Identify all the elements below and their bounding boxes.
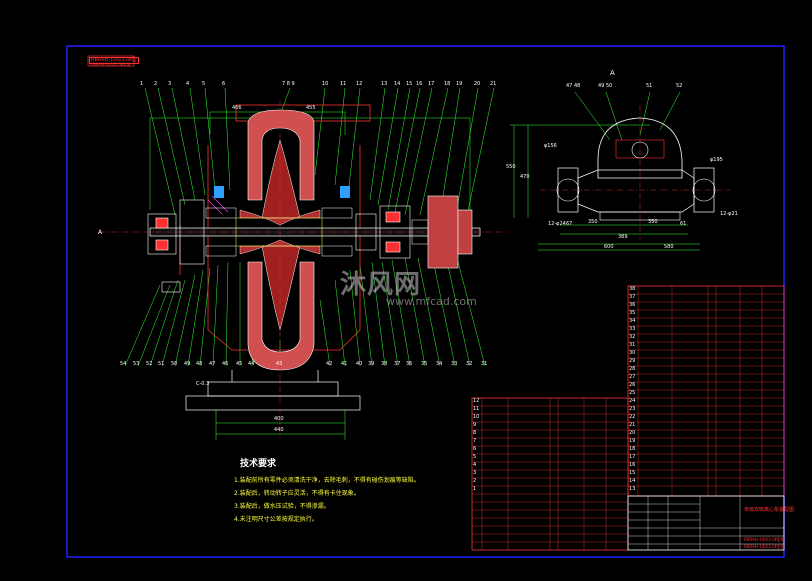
tech-note-2: 2.装配后，转动转子应灵活，不得有卡住现象。 bbox=[234, 490, 360, 497]
dim-350b: 350 bbox=[648, 219, 658, 225]
bearing-left bbox=[147, 199, 205, 293]
callout-b-46: 46 bbox=[222, 361, 229, 367]
dim-67: 67 bbox=[566, 221, 573, 227]
dim-455: 455 bbox=[306, 105, 316, 111]
dim-550: 550 bbox=[506, 164, 516, 170]
dim-bolt-right: 12-φ21 bbox=[720, 211, 738, 217]
side-callout-51: 51 bbox=[646, 83, 653, 89]
tech-note-1: 1.装配前所有零件必须清洗干净，去除毛刺，不得有碰伤划痕等缺陷。 bbox=[234, 477, 420, 484]
callout-b-32: 32 bbox=[466, 361, 473, 367]
dim-466: 466 bbox=[232, 105, 242, 111]
callout-b-35: 35 bbox=[421, 361, 428, 367]
callout-b-40: 40 bbox=[356, 361, 363, 367]
callout-4: 4 bbox=[186, 81, 190, 87]
callout-16: 16 bbox=[416, 81, 423, 87]
dim-389: 389 bbox=[618, 234, 628, 240]
callout-2: 2 bbox=[154, 81, 158, 87]
pump-section-view bbox=[100, 87, 505, 440]
callout-b-50: 50 bbox=[171, 361, 178, 367]
callout-20: 20 bbox=[474, 81, 481, 87]
dim-bolt-left: 12-φ24 bbox=[548, 221, 566, 227]
callout-13: 13 bbox=[381, 81, 388, 87]
callout-18: 18 bbox=[444, 81, 451, 87]
callout-12: 12 bbox=[356, 81, 363, 87]
arrow-a-label: A bbox=[98, 229, 103, 236]
callout-b-44: 44 bbox=[248, 361, 255, 367]
dim-470: 470 bbox=[520, 174, 530, 180]
bom-table-right bbox=[627, 285, 785, 497]
callout-15: 15 bbox=[406, 81, 413, 87]
callout-21: 21 bbox=[490, 81, 497, 87]
callout-b-31: 31 bbox=[481, 361, 488, 367]
bom-left-no: 1 bbox=[473, 486, 477, 492]
callout-6: 6 bbox=[222, 81, 226, 87]
dim-phi156: φ156 bbox=[544, 143, 557, 149]
callout-b-36: 36 bbox=[406, 361, 413, 367]
dim-580: 580 bbox=[664, 244, 674, 250]
tech-note-4: 4.未注明尺寸公差按规定执行。 bbox=[234, 516, 318, 523]
callout-b-51: 51 bbox=[158, 361, 165, 367]
callout-5: 5 bbox=[202, 81, 206, 87]
side-callout-52: 52 bbox=[676, 83, 683, 89]
bom-table-left bbox=[471, 397, 629, 551]
dim-c: C-0.3 bbox=[196, 381, 210, 387]
dim-phi195: φ195 bbox=[710, 157, 723, 163]
callout-b-48: 48 bbox=[196, 361, 203, 367]
dim-400: 400 bbox=[274, 416, 284, 422]
bom-left-numbers: 12 11 10 9 8 7 6 5 4 3 2 1 bbox=[473, 399, 482, 495]
callout-b-45: 45 bbox=[236, 361, 243, 367]
callout-b-42: 42 bbox=[326, 361, 333, 367]
callout-b-47: 47 bbox=[209, 361, 216, 367]
dim-350a: 350 bbox=[588, 219, 598, 225]
drawing-title-sub2: RBR6H-100/3.0Ⅱ型泵 bbox=[744, 544, 785, 549]
callout-b-53: 53 bbox=[133, 361, 140, 367]
drawing-title-sub1: RBR6H-100/3.0Ⅱ型泵 bbox=[744, 537, 785, 542]
bom-right-numbers: 38 37 36 35 34 33 32 31 30 29 28 27 26 2… bbox=[629, 287, 638, 495]
callout-14: 14 bbox=[394, 81, 401, 87]
impeller-lower bbox=[261, 245, 301, 331]
drawing-title: 单级双吸离心泵装配图 bbox=[744, 507, 795, 513]
callout-b-33: 33 bbox=[451, 361, 458, 367]
dim-600: 600 bbox=[604, 244, 614, 250]
pump-side-view bbox=[510, 91, 730, 251]
side-callout-49-50: 49 50 bbox=[598, 83, 613, 89]
callout-b-43: 43 bbox=[276, 361, 283, 367]
callout-1: 1 bbox=[140, 81, 144, 87]
tech-notes-heading: 技术要求 bbox=[240, 459, 277, 469]
pump-base bbox=[185, 370, 361, 411]
callout-b-49: 49 bbox=[184, 361, 191, 367]
dim-61: 61 bbox=[680, 221, 687, 227]
callout-b-54: 54 bbox=[120, 361, 127, 367]
bom-right-no: 13 bbox=[629, 486, 636, 492]
callout-b-39: 39 bbox=[368, 361, 375, 367]
callout-10: 10 bbox=[322, 81, 329, 87]
callout-b-38: 38 bbox=[381, 361, 388, 367]
tech-note-3: 3.装配后，做水压试验，不得渗漏。 bbox=[234, 503, 330, 510]
dim-440: 440 bbox=[274, 427, 284, 433]
view-label: A bbox=[610, 69, 615, 77]
impeller-upper bbox=[261, 139, 301, 219]
callout-b-41: 41 bbox=[341, 361, 348, 367]
callout-11: 11 bbox=[340, 81, 347, 87]
callout-b-34: 34 bbox=[436, 361, 443, 367]
callout-7-8-9: 7 8 9 bbox=[282, 81, 295, 87]
stamp-line2: RBR6H-100/3.0Ⅱ型泵 bbox=[90, 62, 131, 67]
callout-b-52: 52 bbox=[146, 361, 153, 367]
callout-19: 19 bbox=[456, 81, 463, 87]
watermark-sub: www.mfcad.com bbox=[386, 295, 477, 308]
callout-3: 3 bbox=[168, 81, 172, 87]
callout-17: 17 bbox=[428, 81, 435, 87]
side-callout-47-48: 47 48 bbox=[566, 83, 581, 89]
callout-b-37: 37 bbox=[394, 361, 401, 367]
